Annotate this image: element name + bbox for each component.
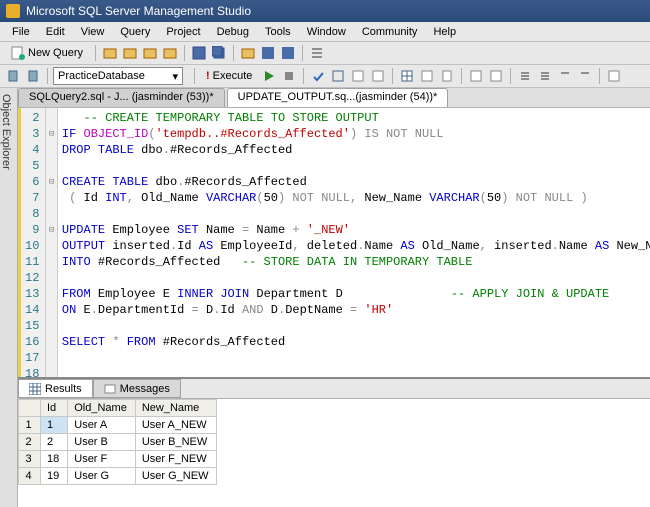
menu-view[interactable]: View [73, 24, 113, 40]
table-row[interactable]: 318User FUser F_NEW [19, 451, 217, 468]
stop-icon[interactable] [280, 67, 298, 85]
line-gutter: 2345678910111213141516171819 [21, 108, 46, 377]
editor-tab[interactable]: UPDATE_OUTPUT.sq...(jasminder (54))* [227, 88, 449, 107]
tool-change-icon[interactable] [24, 67, 42, 85]
tool-saveall-icon[interactable] [210, 44, 228, 62]
execute-button[interactable]: ! Execute [200, 69, 258, 83]
editor-tab[interactable]: SQLQuery2.sql - J... (jasminder (53))* [18, 88, 225, 107]
column-header[interactable]: New_Name [135, 400, 217, 417]
results-pane: Results Messages IdOld_NameNew_Name11Use… [18, 377, 650, 507]
execute-label: Execute [213, 70, 253, 82]
grid-icon [29, 383, 41, 395]
column-header[interactable] [19, 400, 41, 417]
tool-text-icon[interactable] [418, 67, 436, 85]
column-header[interactable]: Id [41, 400, 68, 417]
app-title: Microsoft SQL Server Management Studio [26, 4, 251, 18]
code-area[interactable]: -- CREATE TEMPORARY TABLE TO STORE OUTPU… [58, 108, 650, 377]
tool-connect-icon[interactable] [4, 67, 22, 85]
menu-debug[interactable]: Debug [209, 24, 257, 40]
menu-edit[interactable]: Edit [38, 24, 73, 40]
app-icon [6, 4, 20, 18]
tool-file-icon[interactable] [438, 67, 456, 85]
combo-chevron-icon: ▾ [172, 70, 178, 83]
menubar: FileEditViewQueryProjectDebugToolsWindow… [0, 22, 650, 42]
column-header[interactable]: Old_Name [68, 400, 136, 417]
menu-tools[interactable]: Tools [257, 24, 299, 40]
results-tab-label: Results [45, 383, 82, 395]
database-combo[interactable]: PracticeDatabase ▾ [53, 67, 183, 85]
titlebar: Microsoft SQL Server Management Studio [0, 0, 650, 22]
object-explorer-sidebar[interactable]: Object Explorer [0, 88, 18, 507]
tool-specify-icon[interactable] [605, 67, 623, 85]
message-icon [104, 383, 116, 395]
parse-icon[interactable] [309, 67, 327, 85]
tool-comment-icon[interactable] [467, 67, 485, 85]
tool-grid-icon[interactable] [398, 67, 416, 85]
messages-tab-label: Messages [120, 383, 170, 395]
tool-outdent-icon[interactable] [536, 67, 554, 85]
results-tabstrip: Results Messages [18, 379, 650, 399]
results-grid[interactable]: IdOld_NameNew_Name11User AUser A_NEW22Us… [18, 399, 650, 507]
tool-indent-icon[interactable] [516, 67, 534, 85]
tool-save-icon[interactable] [190, 44, 208, 62]
object-explorer-label: Object Explorer [0, 94, 12, 170]
tool-outdent2-icon[interactable] [576, 67, 594, 85]
play-icon[interactable] [260, 67, 278, 85]
tool-disks-icon[interactable] [279, 44, 297, 62]
menu-window[interactable]: Window [299, 24, 354, 40]
tool-openfile-icon[interactable] [239, 44, 257, 62]
results-tab[interactable]: Results [18, 379, 93, 398]
table-row[interactable]: 11User AUser A_NEW [19, 417, 217, 434]
fold-column[interactable]: ⊟⊟⊟ [46, 108, 58, 377]
exclaim-icon: ! [206, 70, 210, 82]
tool-list-icon[interactable] [308, 44, 326, 62]
table-row[interactable]: 419User GUser G_NEW [19, 468, 217, 485]
messages-tab[interactable]: Messages [93, 379, 181, 398]
tool-folder-icon[interactable] [121, 44, 139, 62]
tool-open-icon[interactable] [101, 44, 119, 62]
toolbar-2: PracticeDatabase ▾ ! Execute [0, 65, 650, 88]
menu-community[interactable]: Community [354, 24, 426, 40]
new-query-label: New Query [28, 47, 83, 59]
tool-uncomment-icon[interactable] [487, 67, 505, 85]
sql-editor[interactable]: 2345678910111213141516171819 ⊟⊟⊟ -- CREA… [18, 108, 650, 377]
new-query-button[interactable]: New Query [4, 44, 90, 62]
tool-folder3-icon[interactable] [161, 44, 179, 62]
tool-disk-icon[interactable] [259, 44, 277, 62]
tool-script-icon[interactable] [349, 67, 367, 85]
menu-help[interactable]: Help [425, 24, 464, 40]
toolbar-1: New Query [0, 42, 650, 65]
menu-file[interactable]: File [4, 24, 38, 40]
database-value: PracticeDatabase [58, 70, 145, 82]
menu-project[interactable]: Project [158, 24, 208, 40]
table-row[interactable]: 22User BUser B_NEW [19, 434, 217, 451]
tool-folder2-icon[interactable] [141, 44, 159, 62]
menu-query[interactable]: Query [112, 24, 158, 40]
editor-tabstrip: SQLQuery2.sql - J... (jasminder (53))*UP… [18, 88, 650, 108]
tool-plan-icon[interactable] [329, 67, 347, 85]
tool-opts-icon[interactable] [369, 67, 387, 85]
tool-indent2-icon[interactable] [556, 67, 574, 85]
new-query-icon [11, 46, 25, 60]
